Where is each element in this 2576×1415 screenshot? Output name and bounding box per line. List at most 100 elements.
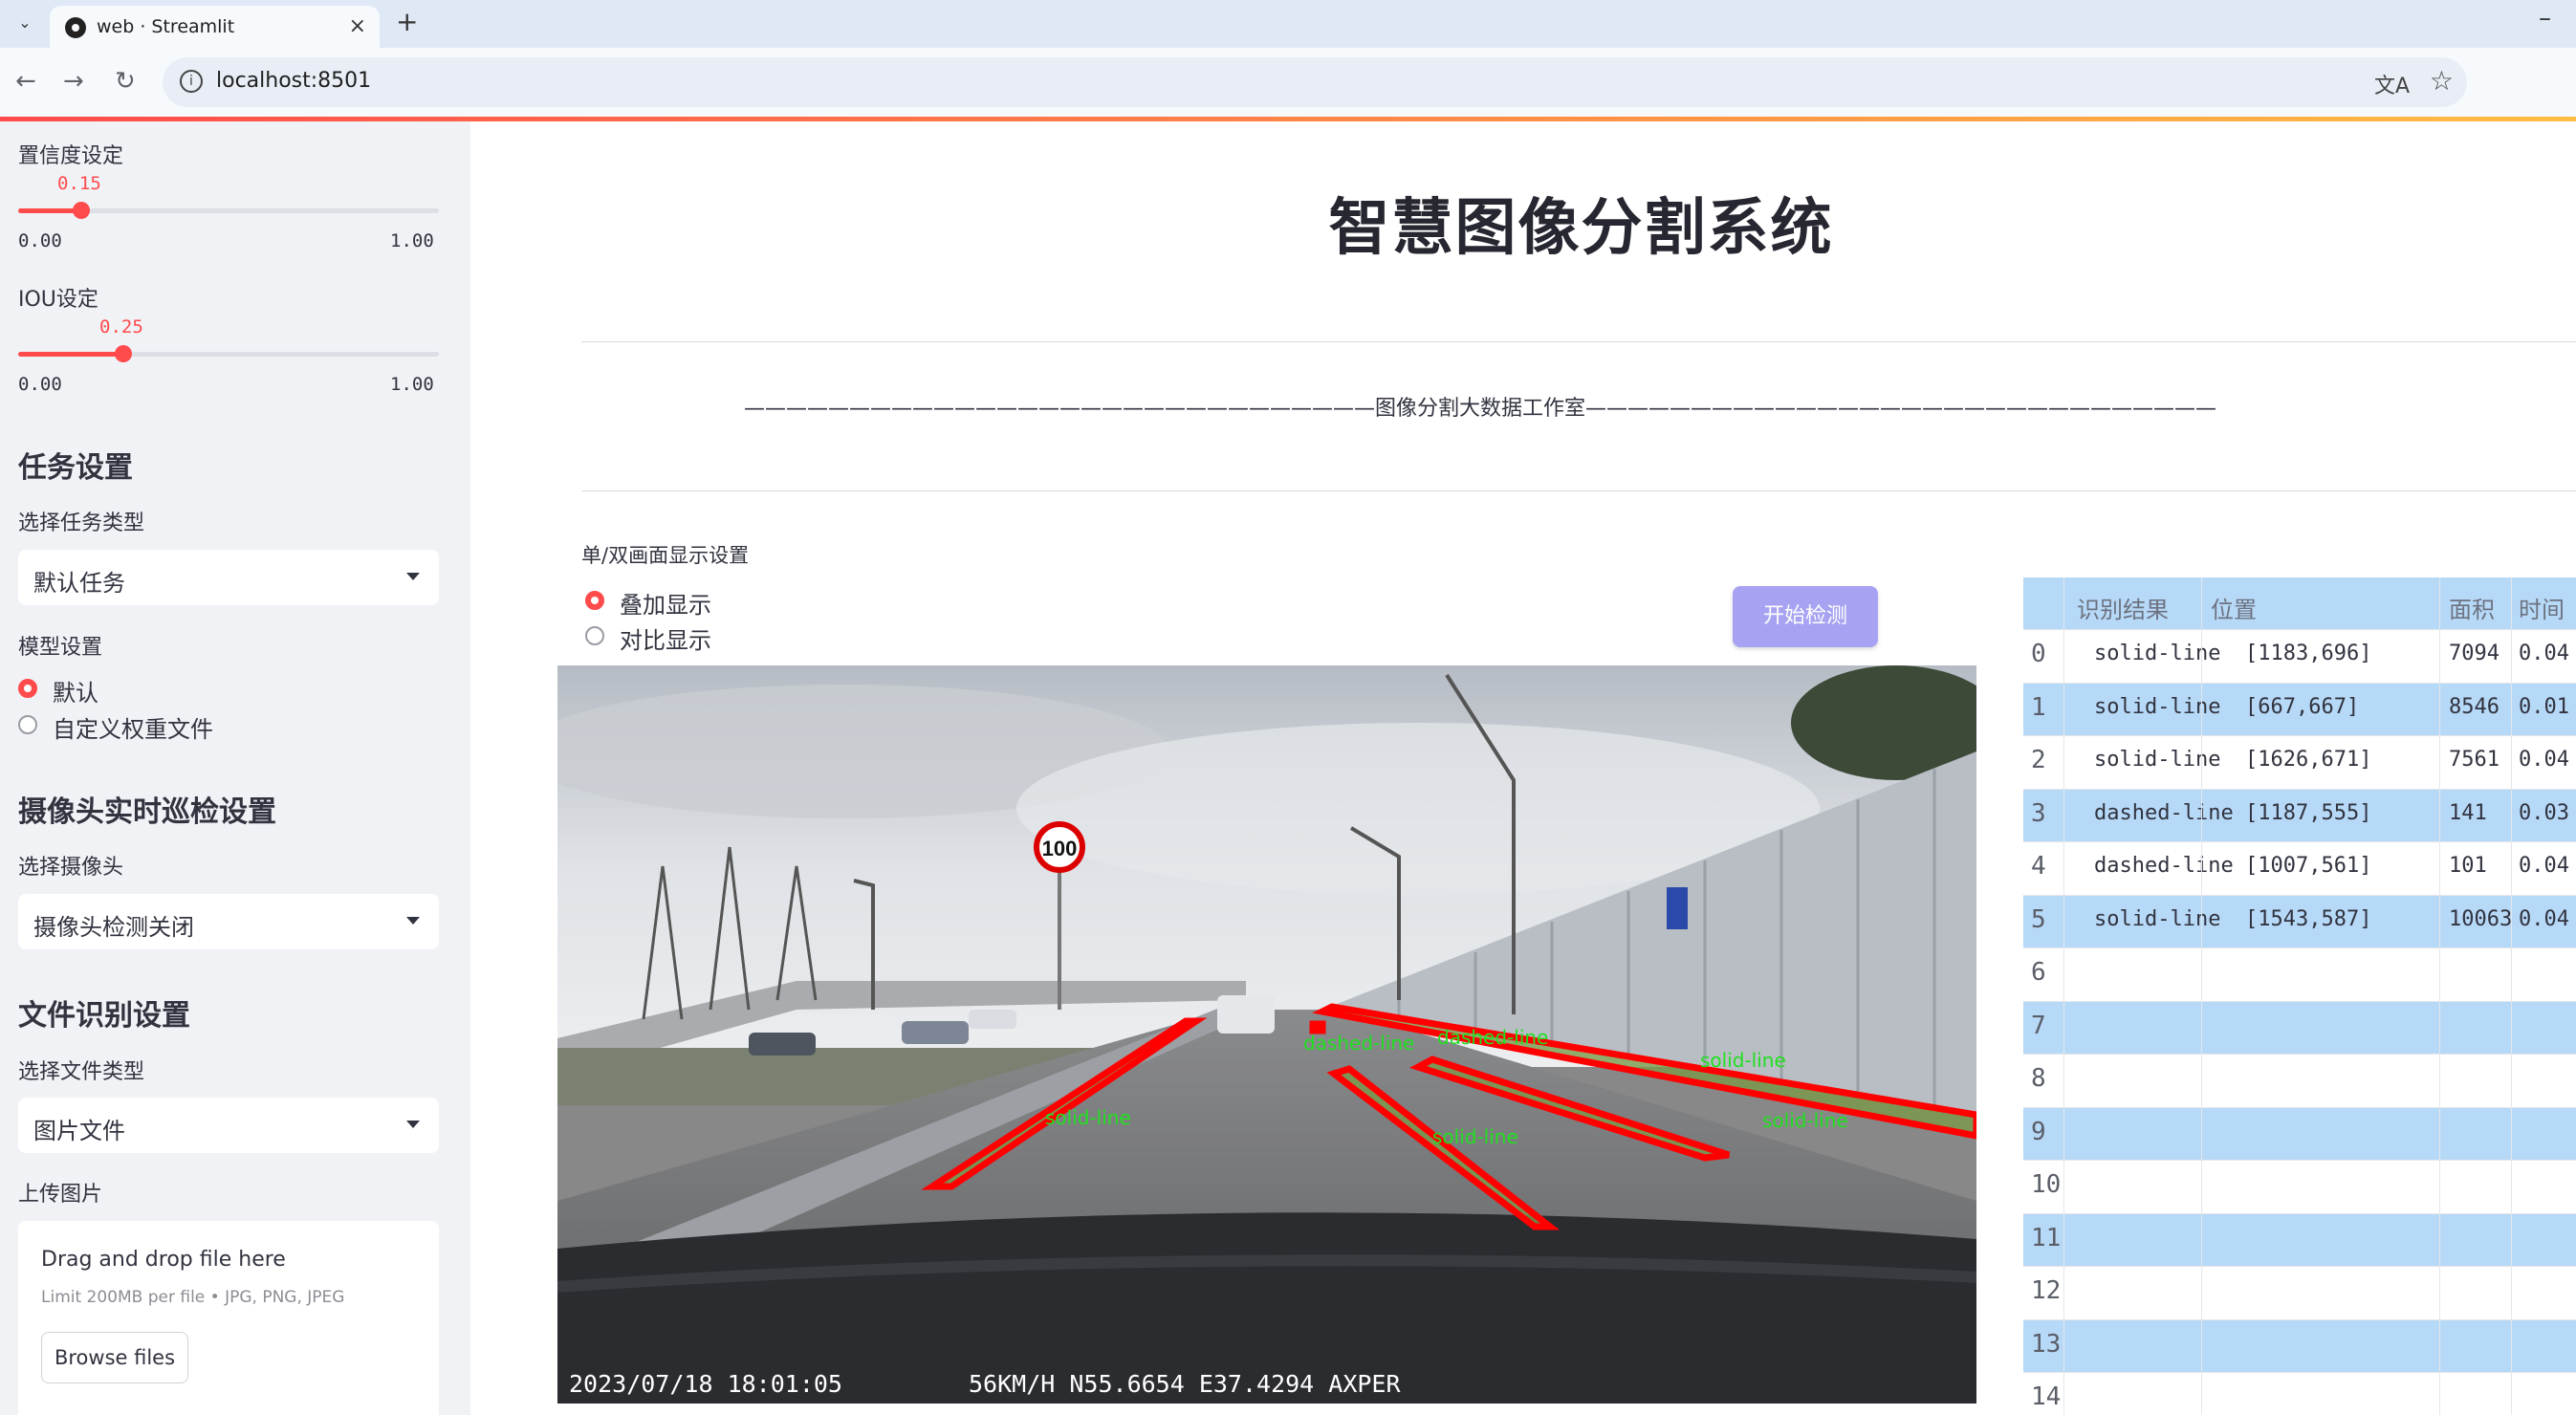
radio-unselected-icon[interactable] <box>18 715 37 734</box>
row-index: 11 <box>2031 1223 2062 1252</box>
camera-select[interactable]: 摄像头检测关闭 <box>18 894 439 949</box>
radio-selected-icon[interactable] <box>585 591 604 610</box>
cell-time: 0.01 <box>2519 694 2569 719</box>
col-header-area[interactable]: 面积 <box>2449 591 2495 624</box>
table-row[interactable]: 12 <box>2023 1266 2576 1318</box>
camera-settings-heading: 摄像头实时巡检设置 <box>18 795 276 829</box>
cell-result: dashed-line <box>2094 800 2234 825</box>
det-label-dashed-a: dashed-line <box>1303 1032 1414 1055</box>
chevron-down-icon <box>406 1121 420 1128</box>
cell-area: 10063 <box>2449 906 2513 931</box>
file-type-select[interactable]: 图片文件 <box>18 1098 439 1153</box>
new-tab-icon[interactable]: + <box>396 6 418 37</box>
image-timestamp: 2023/07/18 18:01:05 <box>569 1370 842 1398</box>
speed-sign-text: 100 <box>1042 837 1078 860</box>
url-text[interactable]: localhost:8501 <box>216 69 371 93</box>
confidence-max: 1.00 <box>390 230 434 251</box>
upload-label: 上传图片 <box>18 1183 103 1207</box>
display-option-compare: 对比显示 <box>620 627 711 654</box>
reload-icon[interactable]: ↻ <box>115 67 136 96</box>
tab-title: web · Streamlit <box>97 16 235 37</box>
browse-files-button[interactable]: Browse files <box>41 1332 188 1383</box>
table-row[interactable]: 3 dashed-line [1187,555] 141 0.03 <box>2023 788 2576 841</box>
cell-area: 7094 <box>2449 642 2500 665</box>
translate-icon[interactable]: 文A <box>2374 69 2410 99</box>
confidence-label: 置信度设定 <box>18 144 124 168</box>
camera-select-label: 选择摄像头 <box>18 856 124 880</box>
table-row[interactable]: 14 <box>2023 1372 2576 1415</box>
model-option-custom: 自定义权重文件 <box>53 716 213 743</box>
iou-slider-thumb[interactable] <box>115 345 132 362</box>
tab-list-chevron-icon[interactable]: ⌄ <box>11 10 38 36</box>
file-type-label: 选择文件类型 <box>18 1060 145 1084</box>
forward-arrow-icon[interactable]: → <box>63 67 84 96</box>
col-divider <box>2063 577 2064 1415</box>
confidence-slider[interactable] <box>18 202 439 219</box>
cell-position: [667,667] <box>2245 694 2360 719</box>
site-info-icon[interactable]: i <box>180 70 203 93</box>
start-detection-button[interactable]: 开始检测 <box>1733 586 1878 647</box>
chevron-down-icon <box>406 573 420 580</box>
det-label-solid-left: solid-line <box>1045 1106 1131 1129</box>
table-row[interactable]: 7 <box>2023 1000 2576 1054</box>
close-icon[interactable]: × <box>349 14 366 38</box>
file-settings-heading: 文件识别设置 <box>18 999 190 1033</box>
iou-slider[interactable] <box>18 345 439 362</box>
address-bar: ← → ↻ i localhost:8501 文A ☆ <box>0 48 2576 117</box>
browser-tab[interactable]: web · Streamlit × <box>50 6 380 48</box>
cell-position: [1183,696] <box>2245 642 2372 665</box>
row-index: 4 <box>2031 852 2046 881</box>
model-settings-label: 模型设置 <box>18 636 103 660</box>
col-header-result[interactable]: 识别结果 <box>2077 591 2169 624</box>
file-dropzone[interactable]: Drag and drop file here Limit 200MB per … <box>18 1221 439 1415</box>
minimize-icon[interactable]: – <box>2539 4 2551 33</box>
omnibox[interactable]: i localhost:8501 文A ☆ <box>163 57 2467 107</box>
table-row[interactable]: 0 solid-line [1183,696] 7094 0.04 <box>2023 629 2576 682</box>
table-row[interactable]: 8 <box>2023 1054 2576 1106</box>
table-row[interactable]: 4 dashed-line [1007,561] 101 0.04 <box>2023 841 2576 894</box>
col-divider <box>2439 577 2440 1415</box>
iou-min: 0.00 <box>18 374 62 395</box>
cell-time: 0.04 <box>2519 642 2569 665</box>
back-arrow-icon[interactable]: ← <box>15 67 36 96</box>
cell-position: [1007,561] <box>2245 854 2372 878</box>
bookmark-star-icon[interactable]: ☆ <box>2430 65 2454 97</box>
streamlit-favicon-icon <box>65 17 86 38</box>
col-header-time[interactable]: 时间 <box>2519 591 2565 624</box>
cell-area: 141 <box>2449 800 2487 825</box>
row-index: 9 <box>2031 1117 2046 1146</box>
row-index: 13 <box>2031 1329 2062 1359</box>
file-type-value: 图片文件 <box>33 1118 125 1144</box>
task-type-label: 选择任务类型 <box>18 512 145 535</box>
iou-label: IOU设定 <box>18 288 98 312</box>
cell-time: 0.04 <box>2519 854 2569 878</box>
confidence-slider-thumb[interactable] <box>73 202 90 219</box>
det-label-solid-center: solid-line <box>1432 1125 1518 1148</box>
radio-selected-icon[interactable] <box>18 679 37 698</box>
task-type-select[interactable]: 默认任务 <box>18 550 439 605</box>
row-index: 3 <box>2031 798 2046 828</box>
cell-position: [1626,671] <box>2245 748 2372 772</box>
table-row[interactable]: 5 solid-line [1543,587] 10063 0.04 <box>2023 894 2576 947</box>
divider-top <box>581 341 2576 342</box>
camera-select-value: 摄像头检测关闭 <box>33 914 194 941</box>
table-row[interactable]: 2 solid-line [1626,671] 7561 0.04 <box>2023 735 2576 788</box>
table-row[interactable]: 1 solid-line [667,667] 8546 0.01 <box>2023 682 2576 735</box>
col-divider <box>2511 577 2512 1415</box>
table-row[interactable]: 9 <box>2023 1106 2576 1160</box>
dropzone-limit: Limit 200MB per file • JPG, PNG, JPEG <box>41 1288 345 1307</box>
cell-area: 7561 <box>2449 748 2500 772</box>
row-index: 6 <box>2031 958 2046 987</box>
sidebar: 置信度设定 0.15 0.00 1.00 IOU设定 0.25 0.00 1.0… <box>0 121 470 1415</box>
row-index: 2 <box>2031 746 2046 774</box>
col-header-position[interactable]: 位置 <box>2211 591 2257 624</box>
confidence-value: 0.15 <box>57 173 101 194</box>
radio-unselected-icon[interactable] <box>585 626 604 645</box>
table-row[interactable]: 13 <box>2023 1318 2576 1372</box>
results-table[interactable]: 识别结果 位置 面积 时间 0 solid-line [1183,696] 7094 0… <box>2023 577 2576 1415</box>
table-row[interactable]: 11 <box>2023 1212 2576 1266</box>
table-row[interactable]: 6 <box>2023 947 2576 1000</box>
row-index: 5 <box>2031 904 2046 934</box>
table-row[interactable]: 10 <box>2023 1160 2576 1212</box>
cell-time: 0.04 <box>2519 906 2569 931</box>
